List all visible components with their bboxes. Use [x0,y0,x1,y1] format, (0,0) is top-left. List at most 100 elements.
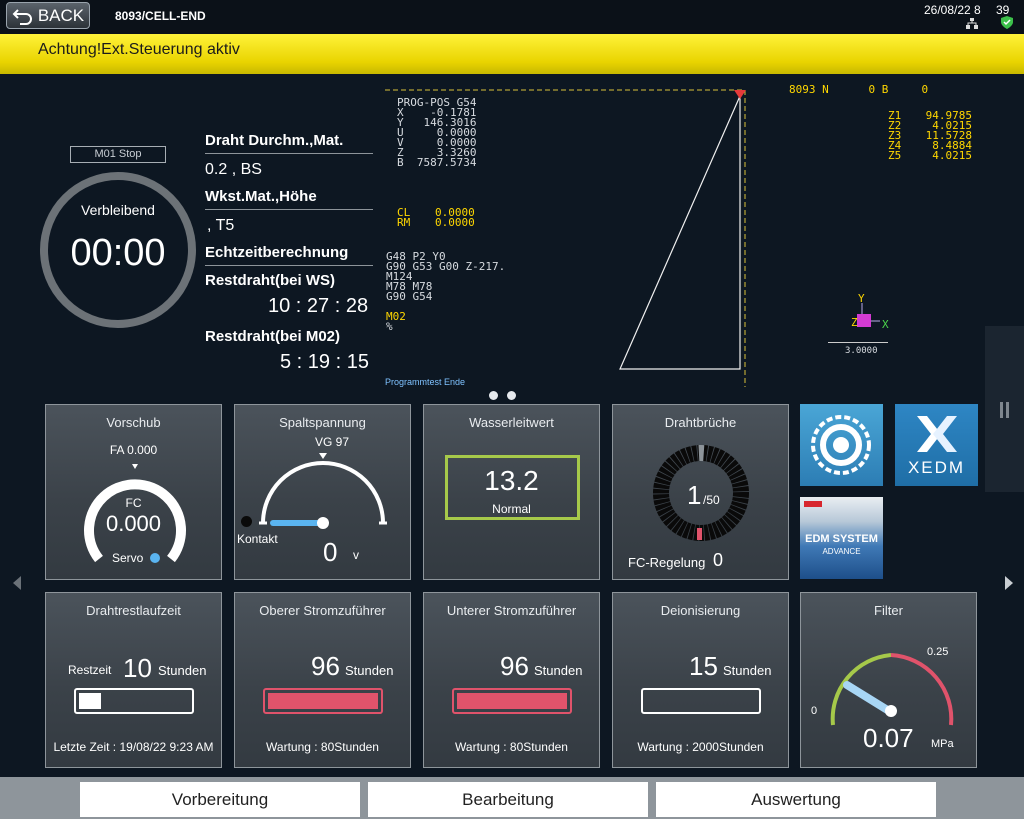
workpiece-heading: Wkst.Mat.,Höhe [205,188,317,205]
tile-filter[interactable]: Filter 0 0.25 0.07 MPa [800,592,977,768]
screen: BACK 8093/CELL-END 26/08/22 8 39 Achtung… [0,0,1024,819]
scale-bar [828,342,888,343]
back-label: BACK [37,5,85,25]
tile-oberer-stromzufuehrer[interactable]: Oberer Stromzuführer 96 Stunden Wartung … [234,592,411,768]
wire-heading: Draht Durchm.,Mat. [205,132,344,149]
tab-auswertung[interactable]: Auswertung [656,782,936,817]
voltage-unit: V [353,548,359,562]
upper-contact-bar [263,688,383,714]
timer-label: Verbleibend [81,202,155,218]
toolpath-view [385,89,746,387]
maintenance-text: Wartung : 2000Stunden [637,740,764,754]
machine-title: 8093/CELL-END [115,9,206,23]
wire-level-bar [74,688,194,714]
divider [205,153,373,154]
back-arrow-icon [12,8,32,25]
rest-ws-value: 10 : 27 : 28 [268,295,369,317]
divider [205,209,373,210]
edm-system-button[interactable]: EDM SYSTEM ADVANCE [800,497,883,579]
maintenance-text: Wartung : 80Stunden [455,740,568,754]
hours-unit: Stunden [534,663,583,678]
rest-m02-value: 5 : 19 : 15 [280,351,369,373]
wire-position-marker [734,90,746,99]
filter-value: 0.07 [863,723,914,753]
tile-drahtbrueche[interactable]: Drahtbrüche 1 /50 FC-Regelung 0 [612,404,789,580]
tile-deionisierung[interactable]: Deionisierung 15 Stunden Wartung : 2000S… [612,592,789,768]
shield-icon [1001,16,1013,29]
tile-title: Wasserleitwert [469,415,554,430]
realtime-heading: Echtzeitberechnung [205,244,349,261]
last-time: Letzte Zeit : 19/08/22 9:23 AM [53,740,214,754]
tile-title: Vorschub [106,415,161,430]
tile-wasserleitwert[interactable]: Wasserleitwert 13.2 Normal [423,404,600,580]
z-values: 94.9785 4.0215 11.5728 8.4884 4.0215 [925,109,972,162]
date-text: 26/08/22 8 [924,3,981,17]
lower-contact-bar [452,688,572,714]
maintenance-text: Wartung : 80Stunden [266,740,379,754]
tile-spaltspannung[interactable]: Spaltspannung VG 97 Kontakt 0 V [234,404,411,580]
fa-value: FA 0.000 [109,443,158,457]
tile-title: Deionisierung [660,603,741,618]
tile-title: Spaltspannung [279,415,366,430]
restzeit-value: 10 [123,653,152,683]
mode-badge: M01 Stop [70,146,166,163]
rest-ws-heading: Restdraht(bei WS) [205,272,336,289]
mitsubishi-logo-button[interactable] [800,404,883,486]
hours-value: 96 [500,651,529,681]
voltage-value: 0 [323,537,338,567]
axis-z-label: Z [851,316,858,329]
hours-value: 15 [689,651,718,681]
tile-title: Drahtbrüche [664,415,737,430]
lower-contact-fill [457,693,567,709]
tile-title: Oberer Stromzuführer [259,603,386,618]
wire-value: 0.2 , BS [205,161,262,178]
page-dot[interactable] [489,391,498,400]
count-text: 39 [996,3,1010,17]
tile-title: Unterer Stromzuführer [446,603,577,618]
left-arrow-icon[interactable] [12,576,22,590]
right-arrow-icon[interactable] [1004,576,1014,590]
conductivity-status: Normal [492,502,531,516]
edm-system-sub: ADVANCE [822,547,861,556]
break-total: /50 [703,493,720,507]
workpiece-value: , T5 [207,217,235,234]
swirl-logo-icon [811,415,871,475]
alert-text: Achtung!Ext.Steuerung aktiv [38,41,240,58]
tab-vorbereitung[interactable]: Vorbereitung [80,782,360,817]
xedm-logo-button[interactable]: XEDM [895,404,978,486]
timer-value: 00:00 [70,232,166,274]
voltage-gauge [259,453,387,529]
deion-bar [641,688,761,714]
tile-title: Drahtrestlaufzeit [86,603,181,618]
brand-mark-icon [804,501,822,507]
hours-unit: Stunden [345,663,394,678]
vg-value: VG 97 [315,435,350,449]
tile-title: Filter [874,603,903,618]
wire-level-fill [79,693,101,709]
divider [205,265,373,266]
restzeit-label: Restzeit [68,663,112,677]
edm-system-text: EDM SYSTEM [805,533,878,545]
contact-label: Kontakt [237,532,278,546]
break-count: 1 [687,480,702,510]
fc-regelung-label: FC-Regelung [628,555,706,570]
tile-vorschub[interactable]: Vorschub FA 0.000 FC 0.000 Servo [45,404,222,580]
side-panel-handle[interactable] [985,326,1024,492]
upper-contact-fill [268,693,378,709]
tab-bearbeitung[interactable]: Bearbeitung [368,782,648,817]
filter-min: 0 [811,705,818,717]
restzeit-unit: Stunden [158,663,207,678]
fc-regelung-value: 0 [713,550,724,570]
servo-label: Servo [112,551,144,565]
conductivity-value: 13.2 [484,465,539,496]
xedm-logo-icon [917,416,957,452]
page-dot[interactable] [507,391,516,400]
rest-m02-heading: Restdraht(bei M02) [205,328,341,345]
program-number: 8093 N 0 B 0 [789,83,929,96]
hours-unit: Stunden [723,663,772,678]
tile-unterer-stromzufuehrer[interactable]: Unterer Stromzuführer 96 Stunden Wartung… [423,592,600,768]
alert-bar: Achtung!Ext.Steuerung aktiv [0,34,1024,74]
scale-value: 3.0000 [845,346,878,356]
back-button[interactable]: BACK [6,2,90,29]
tile-drahtrestlaufzeit[interactable]: Drahtrestlaufzeit Restzeit 10 Stunden Le… [45,592,222,768]
